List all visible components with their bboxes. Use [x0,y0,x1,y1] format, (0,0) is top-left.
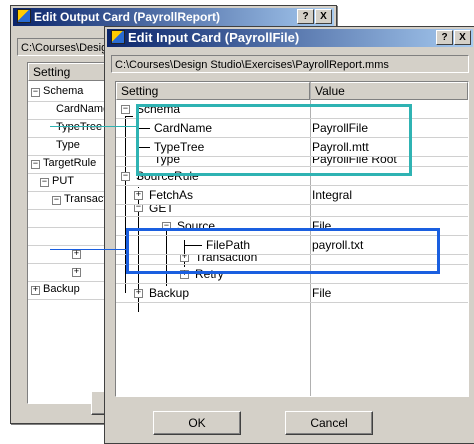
input-card-path: C:\Courses\Design Studio\Exercises\Payro… [111,55,469,73]
cancel-button[interactable]: Cancel [285,411,373,435]
tree-label: TargetRule [43,157,97,169]
expand-icon[interactable]: + [31,286,40,295]
output-card-titlebar[interactable]: Edit Output Card (PayrollReport) [13,8,334,26]
expand-icon[interactable]: + [134,191,143,200]
teal-pointer-line [50,126,136,127]
output-card-title: Edit Output Card (PayrollReport) [34,10,220,24]
tree-label: CardName [56,103,107,115]
blue-pointer-line [50,249,126,250]
input-card-titlebar[interactable]: Edit Input Card (PayrollFile) [107,29,473,47]
blue-highlight-box [126,228,440,274]
value-fetchas[interactable]: Integral [312,188,352,202]
tree-label-get: GET [149,205,174,215]
tree-label-backup: Backup [149,286,190,300]
tree-label: Transaction [64,193,107,205]
collapse-icon[interactable]: − [52,196,61,205]
teal-highlight-box [136,104,412,176]
expand-icon[interactable]: + [72,250,81,259]
tree-label: PUT [52,175,74,187]
value-backup[interactable]: File [312,286,331,300]
close-button[interactable]: X [454,30,471,45]
help-button[interactable]: ? [436,30,453,45]
help-button[interactable]: ? [297,9,314,24]
ok-button[interactable]: OK [153,411,241,435]
output-card-grid[interactable]: Setting − Schema CardName TypeTree Type −… [27,62,107,404]
tree-label: TypeTree [56,121,103,133]
collapse-icon[interactable]: − [121,172,130,181]
collapse-icon[interactable]: − [31,88,40,97]
tree-label: Type [56,139,80,151]
header-setting: Setting [116,82,310,100]
close-button[interactable]: X [315,9,332,24]
app-icon [111,30,125,44]
header-setting: Setting [28,63,106,81]
app-icon [17,9,31,23]
collapse-icon[interactable]: − [31,160,40,169]
collapse-icon[interactable]: − [134,205,143,212]
header-value: Value [310,82,468,100]
input-card-title: Edit Input Card (PayrollFile) [128,30,300,45]
collapse-icon[interactable]: − [121,105,130,114]
expand-icon[interactable]: + [72,268,81,277]
expand-icon[interactable]: + [134,289,143,298]
collapse-icon[interactable]: − [40,178,49,187]
tree-label-fetchas: FetchAs [149,188,194,202]
tree-label: Schema [43,85,84,97]
tree-label: Backup [43,283,80,295]
